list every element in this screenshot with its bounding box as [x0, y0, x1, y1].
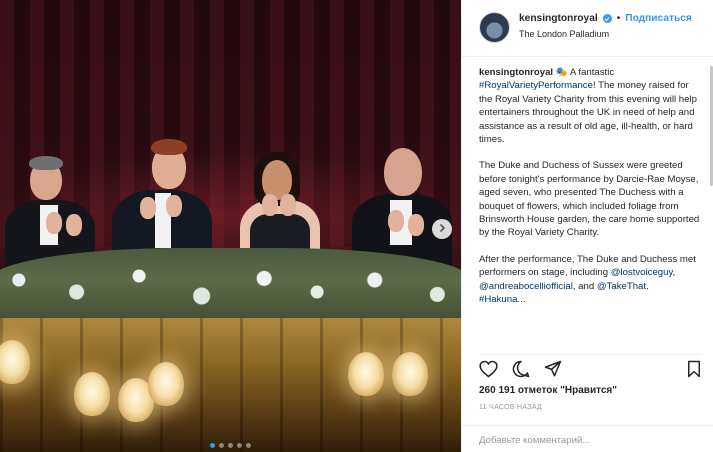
caption-paragraph: After the performance, The Duke and Duch…	[479, 253, 704, 307]
caption-text: A fantastic	[567, 67, 615, 78]
carousel-next-button[interactable]	[432, 219, 452, 239]
lamp	[148, 362, 184, 406]
mention-link[interactable]: @andreabocelliofficial	[479, 281, 573, 292]
lamp	[74, 372, 110, 416]
post-actions	[479, 354, 702, 378]
caption-text: ,	[672, 267, 676, 279]
caption-text: .	[646, 280, 649, 292]
caption-username[interactable]: kensingtonroyal	[479, 67, 553, 78]
carousel-dot	[228, 443, 233, 448]
mention-link[interactable]: @TakeThat	[597, 281, 646, 292]
share-icon[interactable]	[544, 360, 562, 378]
bookmark-icon[interactable]	[686, 360, 702, 378]
lamp	[348, 352, 384, 396]
carousel-indicator	[0, 443, 461, 448]
instagram-post: kensingtonroyal • Подписаться The London…	[0, 0, 713, 452]
comment-bubble-icon[interactable]	[512, 360, 530, 378]
verified-badge-icon	[602, 14, 612, 24]
post-location[interactable]: The London Palladium	[519, 28, 692, 40]
follow-separator: •	[616, 13, 621, 24]
lamp	[392, 352, 428, 396]
person-right	[352, 142, 457, 266]
caption-emoji: 🎭	[555, 67, 568, 78]
post-header-row: kensingtonroyal • Подписаться	[519, 12, 692, 26]
post-username[interactable]: kensingtonroyal	[519, 12, 598, 26]
post-timestamp[interactable]: 11 ЧАСОВ НАЗАД	[479, 404, 542, 411]
lamp	[0, 340, 30, 384]
carousel-dot	[210, 443, 215, 448]
hashtag-link[interactable]: #Hakuna...	[479, 294, 525, 305]
post-header-text: kensingtonroyal • Подписаться The London…	[519, 12, 692, 40]
floral-garland	[0, 248, 461, 328]
follow-button[interactable]: Подписаться	[625, 12, 692, 26]
caption-paragraph: kensingtonroyal 🎭 A fantastic #RoyalVari…	[479, 66, 704, 146]
caption-text: , and	[572, 280, 597, 292]
post-details-panel: kensingtonroyal • Подписаться The London…	[461, 0, 713, 452]
post-photo[interactable]	[0, 0, 461, 452]
carousel-dot	[219, 443, 224, 448]
chevron-right-icon	[437, 220, 447, 238]
caption-paragraph: The Duke and Duchess of Sussex were gree…	[479, 160, 700, 239]
carousel-dot	[246, 443, 251, 448]
mention-link[interactable]: @lostvoiceguy	[611, 267, 673, 278]
heart-icon[interactable]	[479, 360, 498, 378]
post-caption: kensingtonroyal 🎭 A fantastic #RoyalVari…	[479, 66, 704, 346]
carousel-dot	[237, 443, 242, 448]
likes-count[interactable]: 260 191 отметок "Нравится"	[479, 385, 617, 396]
avatar[interactable]	[479, 12, 510, 43]
person-left	[0, 150, 100, 270]
comment-input[interactable]: Добавьте комментарий...	[462, 425, 713, 452]
royal-box-gilding	[0, 318, 461, 452]
person-center-left	[110, 135, 220, 270]
hashtag-link[interactable]: #RoyalVarietyPerformance	[479, 80, 593, 91]
post-header: kensingtonroyal • Подписаться The London…	[462, 0, 713, 57]
